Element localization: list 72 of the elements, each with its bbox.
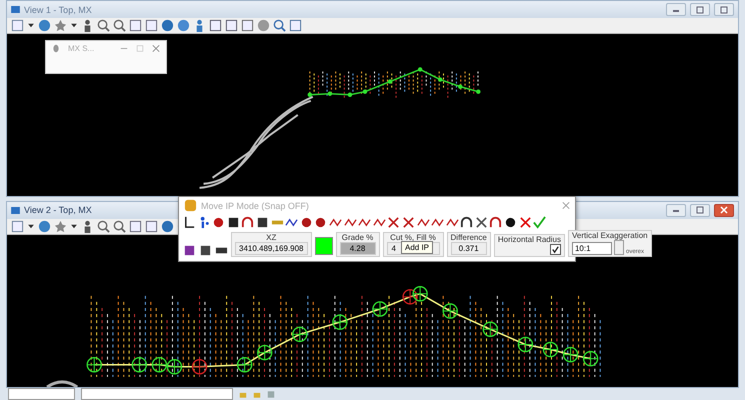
restore-icon (695, 6, 705, 14)
cancel-icon[interactable] (518, 216, 532, 228)
frame-icon[interactable] (209, 19, 222, 32)
check-icon[interactable] (533, 216, 546, 228)
zoom-out-icon[interactable] (113, 19, 126, 32)
close-icon (719, 206, 729, 214)
line-icon[interactable] (372, 216, 386, 228)
field-label: Horizontal Radius (498, 235, 561, 244)
checkbox[interactable] (550, 244, 561, 255)
spin-button[interactable] (614, 240, 624, 255)
xz-value: 3410.489,169.908 (235, 242, 308, 255)
zoom-in-icon[interactable] (97, 220, 110, 233)
window-title: View 1 - Top, MX (24, 4, 92, 14)
line-icon[interactable] (285, 216, 298, 228)
fit-icon[interactable] (129, 220, 142, 233)
magnifier-icon[interactable] (273, 19, 286, 32)
maximize-icon (719, 6, 729, 14)
monitor-icon[interactable] (289, 19, 302, 32)
arc-icon[interactable] (460, 216, 474, 228)
view-toggle-icon[interactable] (11, 220, 24, 233)
restore-button[interactable] (690, 204, 710, 217)
window-icon (11, 6, 20, 13)
field-label: Cut %, Fill % (390, 233, 436, 242)
line-icon[interactable] (431, 216, 444, 228)
window-icon[interactable] (145, 220, 158, 233)
frame-icon[interactable] (225, 19, 238, 32)
field-label: XZ (266, 233, 276, 242)
restore-icon (695, 206, 705, 214)
close-icon[interactable] (562, 201, 570, 210)
line-icon[interactable] (416, 216, 430, 228)
fit-icon[interactable] (129, 19, 142, 32)
cross-icon[interactable] (387, 216, 400, 228)
arc-icon[interactable] (489, 216, 502, 228)
line-icon[interactable] (358, 216, 372, 228)
globe-icon[interactable] (38, 220, 51, 233)
zoom-in-icon[interactable] (97, 19, 110, 32)
field-label: Difference (450, 233, 487, 242)
difference-value: 0.371 (450, 242, 487, 255)
minimize-button[interactable] (666, 3, 686, 16)
document-icon[interactable] (241, 19, 254, 32)
cross-icon[interactable] (474, 216, 488, 228)
app-icon (184, 199, 197, 212)
surface-drawing (46, 380, 78, 387)
exaggeration-input[interactable]: 10:1 (572, 242, 612, 255)
line-icon[interactable] (344, 216, 357, 228)
grade-color-swatch (314, 237, 333, 255)
view-toggle-icon[interactable] (11, 19, 24, 32)
window-title: MX S... (68, 44, 94, 52)
globe-icon[interactable] (38, 19, 51, 32)
dot-icon[interactable] (212, 216, 226, 228)
close-icon[interactable] (152, 44, 160, 52)
dialog-title: Move IP Mode (Snap OFF) (201, 200, 309, 210)
tooltip: Add IP (401, 241, 434, 254)
line-icon[interactable] (446, 216, 459, 228)
caret-icon[interactable] (27, 21, 35, 30)
window-icon (11, 206, 20, 214)
caret-icon[interactable] (70, 21, 78, 30)
close-button[interactable] (714, 204, 734, 217)
restore-button[interactable] (690, 3, 710, 16)
field-label: Grade % (342, 233, 374, 242)
window-icon[interactable] (145, 19, 158, 32)
minimize-button[interactable] (666, 204, 686, 217)
maximize-button[interactable] (714, 3, 734, 16)
zoom-out-icon[interactable] (113, 220, 126, 233)
angle-icon[interactable] (183, 216, 196, 228)
line-icon[interactable] (328, 216, 342, 228)
window-title: View 2 - Top, MX (24, 205, 92, 216)
grade-value: 4.28 (340, 242, 376, 255)
field-label: Vertical Exaggeration (572, 231, 648, 240)
arc-icon[interactable] (241, 216, 254, 228)
cross-icon[interactable] (402, 216, 415, 228)
status-field (8, 388, 75, 400)
